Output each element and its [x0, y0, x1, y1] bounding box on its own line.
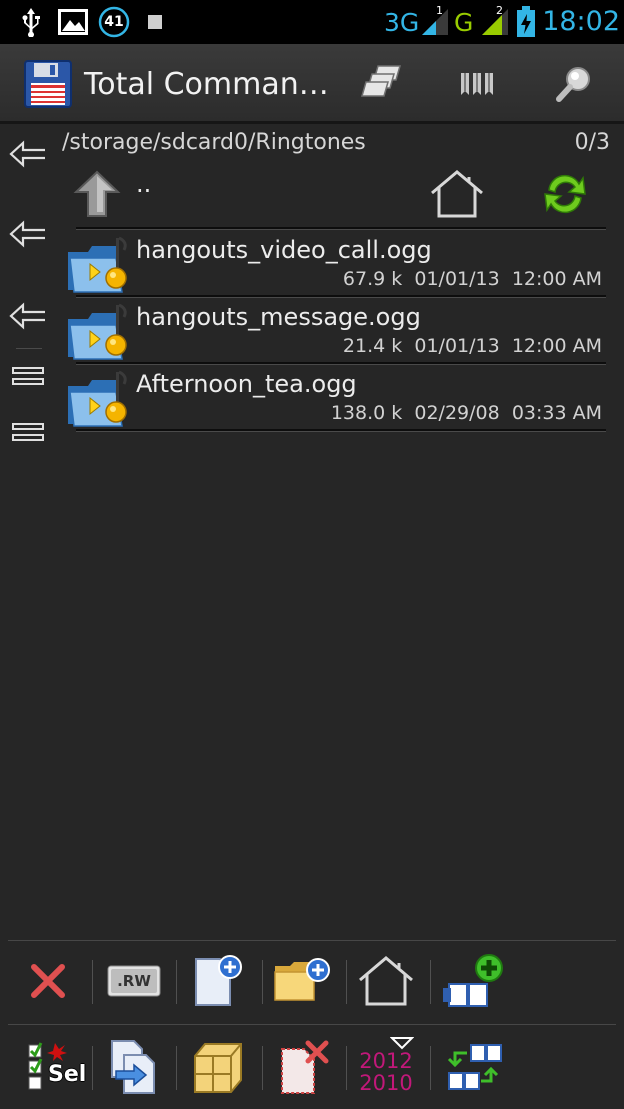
- stop-icon: [146, 0, 164, 44]
- home-icon[interactable]: [350, 946, 422, 1016]
- gallery-icon: [58, 0, 88, 44]
- equal-icon[interactable]: [8, 356, 48, 396]
- folder-up-icon: [72, 168, 138, 232]
- toolbar-divider: [346, 1046, 347, 1090]
- audio-folder-icon: [66, 234, 132, 298]
- app-logo-floppy-icon[interactable]: [20, 56, 76, 112]
- file-date: 01/01/13: [414, 268, 500, 290]
- file-meta: 67.9 k 01/01/13 12:00 AM: [343, 268, 602, 290]
- status-time: 18:02: [542, 6, 620, 37]
- toolbar-divider: [346, 960, 347, 1004]
- refresh-icon[interactable]: [536, 166, 594, 222]
- file-date: 01/01/13: [414, 335, 500, 357]
- bookmarks-icon[interactable]: [450, 56, 506, 112]
- toolbar-separator: [8, 1024, 616, 1025]
- network-g-label: G: [454, 7, 474, 37]
- signal-1-icon: 1: [420, 0, 450, 44]
- row-separator: [76, 227, 606, 230]
- equal-icon[interactable]: [8, 412, 48, 452]
- file-row[interactable]: hangouts_message.ogg 21.4 k 01/01/13 12:…: [66, 299, 606, 365]
- toolbar-divider: [262, 1046, 263, 1090]
- back-arrow-icon[interactable]: [8, 214, 48, 254]
- row-separator: [76, 362, 606, 365]
- toolbar-divider: [430, 1046, 431, 1090]
- file-row[interactable]: Afternoon_tea.ogg 138.0 k 02/29/08 03:33…: [66, 366, 606, 432]
- notification-count-icon: 41: [98, 0, 130, 44]
- file-time: 12:00 AM: [511, 335, 602, 357]
- sel-label: Sel: [48, 1062, 87, 1087]
- file-meta: 138.0 k 02/29/08 03:33 AM: [331, 402, 602, 424]
- file-size: 67.9 k: [342, 268, 403, 290]
- toolbar-divider: [176, 960, 177, 1004]
- file-time: 03:33 AM: [511, 402, 602, 424]
- back-arrow-icon[interactable]: [8, 296, 48, 336]
- sort-by-date-button[interactable]: 2012 2010: [350, 1032, 422, 1102]
- toolbar-divider: [176, 1046, 177, 1090]
- signal-2-icon: 2: [480, 0, 510, 44]
- battery-charging-icon: [516, 0, 536, 44]
- file-size: 138.0 k: [330, 402, 403, 424]
- file-name: hangouts_video_call.ogg: [136, 236, 432, 264]
- parent-directory-label: ..: [136, 170, 152, 198]
- file-size: 21.4 k: [342, 335, 403, 357]
- action-bar: Total Comman…: [0, 44, 624, 124]
- notification-badge: 41: [104, 14, 124, 30]
- toolbar-divider: [262, 960, 263, 1004]
- new-file-icon[interactable]: [182, 946, 254, 1016]
- attributes-rw-button[interactable]: .RW: [98, 946, 170, 1016]
- select-button[interactable]: Sel: [12, 1032, 87, 1102]
- row-separator: [76, 429, 606, 432]
- add-button-bar-icon[interactable]: [436, 946, 508, 1016]
- toolbar-divider: [430, 960, 431, 1004]
- parent-directory-row[interactable]: ..: [66, 164, 606, 230]
- home-icon[interactable]: [426, 166, 488, 222]
- audio-folder-icon: [66, 301, 132, 365]
- signal-2-label: 2: [496, 4, 503, 17]
- windows-stack-icon[interactable]: [354, 56, 410, 112]
- audio-folder-icon: [66, 368, 132, 432]
- sort-year-bottom: 2010: [359, 1071, 413, 1095]
- app-title: Total Comman…: [84, 67, 329, 102]
- selection-count: 0/3: [574, 130, 610, 155]
- copy-move-icon[interactable]: [98, 1032, 170, 1102]
- file-meta: 21.4 k 01/01/13 12:00 AM: [343, 335, 602, 357]
- search-icon[interactable]: [546, 56, 602, 112]
- sort-year-top: 2012: [359, 1049, 413, 1073]
- delete-file-icon[interactable]: [266, 1032, 338, 1102]
- delete-icon[interactable]: [12, 946, 84, 1016]
- file-name: Afternoon_tea.ogg: [136, 370, 357, 398]
- status-bar: 41 3G 1 G 2 18:02: [0, 0, 624, 44]
- file-name: hangouts_message.ogg: [136, 303, 421, 331]
- row-separator: [76, 295, 606, 298]
- toolbar-separator: [8, 940, 616, 941]
- new-folder-icon[interactable]: [266, 946, 338, 1016]
- usb-icon: [20, 0, 42, 44]
- file-row[interactable]: hangouts_video_call.ogg 67.9 k 01/01/13 …: [66, 232, 606, 298]
- archive-pack-icon[interactable]: [182, 1032, 254, 1102]
- file-date: 02/29/08: [414, 402, 500, 424]
- network-3g-label: 3G: [384, 7, 420, 37]
- signal-1-label: 1: [436, 4, 443, 17]
- back-arrow-icon[interactable]: [8, 134, 48, 174]
- rail-divider: [16, 348, 42, 349]
- current-path[interactable]: /storage/sdcard0/Ringtones: [62, 130, 366, 155]
- swap-panels-icon[interactable]: [436, 1032, 508, 1102]
- file-time: 12:00 AM: [511, 268, 602, 290]
- rw-label: .RW: [117, 972, 151, 990]
- toolbar-divider: [92, 1046, 93, 1090]
- toolbar-divider: [92, 960, 93, 1004]
